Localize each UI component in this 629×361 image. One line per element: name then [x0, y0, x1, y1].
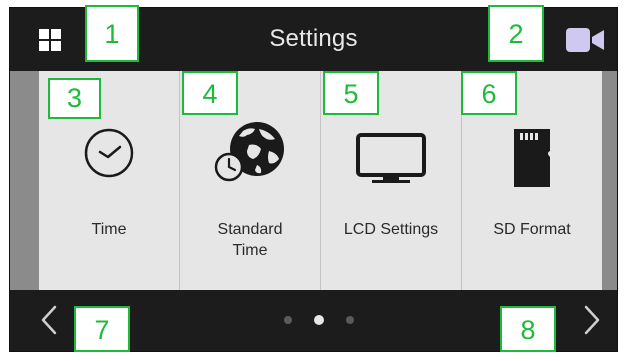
- video-camera-icon[interactable]: [566, 28, 604, 52]
- page-dot: [284, 316, 292, 324]
- tile-label-standard-time: Standard Time: [217, 221, 283, 259]
- tile-label-lcd-settings: LCD Settings: [343, 221, 439, 238]
- globe-clock-icon: [214, 122, 284, 182]
- callout-5: 5: [323, 71, 379, 115]
- callout-1: 1: [85, 5, 139, 62]
- callout-8: 8: [500, 306, 556, 352]
- callout-6: 6: [461, 71, 517, 115]
- page-dot: [346, 316, 354, 324]
- sd-card-icon: [514, 129, 550, 187]
- chevron-right-icon[interactable]: [581, 305, 603, 335]
- tile-label-time: Time: [91, 221, 127, 238]
- page-dot-active: [314, 315, 324, 325]
- callout-3: 3: [48, 78, 101, 119]
- clock-icon: [84, 128, 134, 178]
- tile-label-sd-format: SD Format: [493, 221, 571, 238]
- callout-7: 7: [74, 306, 130, 352]
- callout-2: 2: [488, 5, 544, 62]
- callout-4: 4: [182, 71, 238, 115]
- tile-row: Time Standard Time LCD Settings SD Forma…: [39, 71, 602, 290]
- monitor-icon: [356, 133, 426, 183]
- page-indicator: [280, 313, 360, 327]
- settings-panel: Time Standard Time LCD Settings SD Forma…: [10, 71, 617, 290]
- chevron-left-icon[interactable]: [38, 305, 60, 335]
